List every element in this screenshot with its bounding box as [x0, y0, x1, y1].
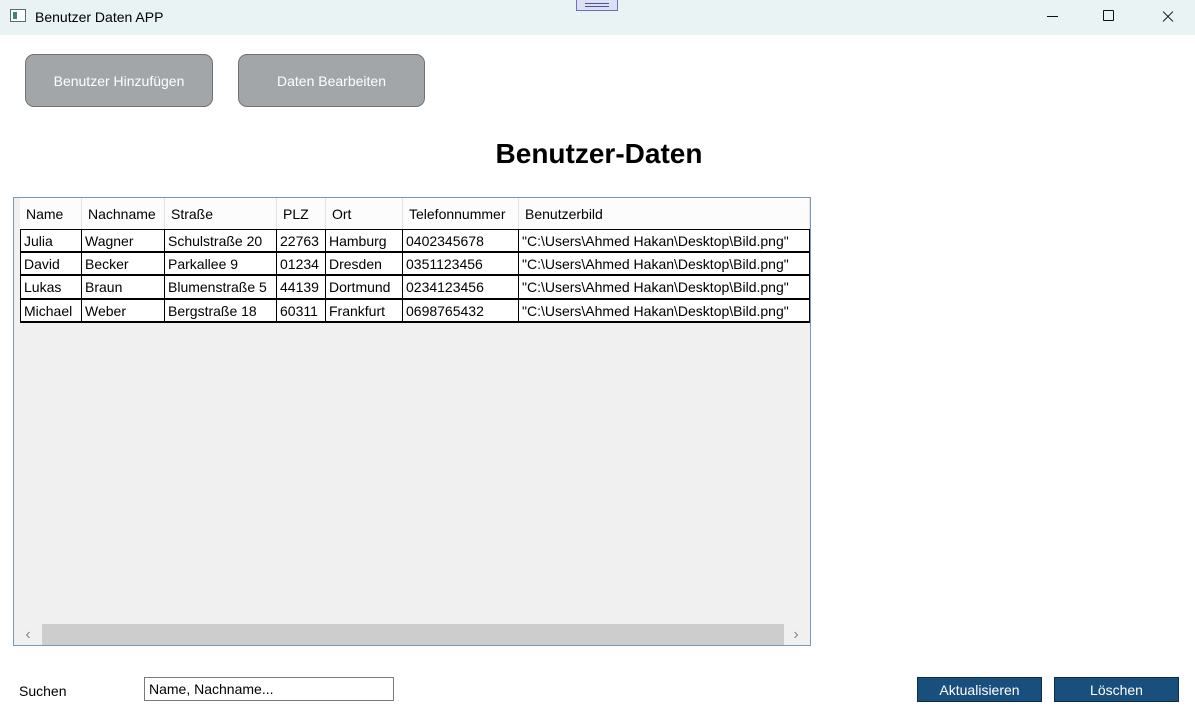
page-title: Benutzer-Daten — [495, 138, 703, 169]
close-icon[interactable] — [1138, 0, 1195, 33]
table-cell[interactable]: 22763 — [277, 229, 326, 253]
search-label: Suchen — [19, 683, 67, 699]
edit-data-button[interactable]: Daten Bearbeiten — [238, 54, 425, 107]
chevron-right-icon[interactable]: › — [782, 624, 810, 645]
maximize-icon[interactable] — [1080, 0, 1138, 33]
table-cell[interactable]: Weber — [82, 299, 165, 323]
table-cell[interactable]: 0351123456 — [403, 252, 519, 276]
user-data-grid[interactable]: Name Nachname Straße PLZ Ort Telefonnumm… — [13, 197, 811, 646]
scrollbar-thumb[interactable] — [42, 624, 784, 645]
table-row[interactable]: Julia Wagner Schulstraße 20 22763 Hambur… — [20, 229, 810, 253]
title-bar: Benutzer Daten APP — [0, 0, 1195, 35]
add-user-button[interactable]: Benutzer Hinzufügen — [25, 54, 213, 107]
search-input[interactable] — [144, 677, 394, 701]
table-cell[interactable]: Frankfurt — [326, 299, 403, 323]
table-cell[interactable]: Dortmund — [326, 276, 403, 300]
table-cell[interactable]: 0234123456 — [403, 276, 519, 300]
table-cell[interactable]: Julia — [20, 229, 82, 253]
table-row[interactable]: Michael Weber Bergstraße 18 60311 Frankf… — [20, 299, 810, 323]
table-cell[interactable]: 01234 — [277, 252, 326, 276]
window-title: Benutzer Daten APP — [35, 9, 164, 25]
column-header-nachname[interactable]: Nachname — [82, 198, 165, 229]
table-cell[interactable]: 0402345678 — [403, 229, 519, 253]
table-row[interactable]: David Becker Parkallee 9 01234 Dresden 0… — [20, 252, 810, 276]
table-cell[interactable]: Blumenstraße 5 — [165, 276, 277, 300]
delete-button[interactable]: Löschen — [1054, 677, 1179, 702]
snap-layout-handle[interactable] — [576, 0, 618, 11]
table-cell[interactable]: Becker — [82, 252, 165, 276]
grid-header: Name Nachname Straße PLZ Ort Telefonnumm… — [20, 198, 810, 229]
table-cell[interactable]: Michael — [20, 299, 82, 323]
column-header-strasse[interactable]: Straße — [165, 198, 277, 229]
table-cell[interactable]: Wagner — [82, 229, 165, 253]
horizontal-scrollbar[interactable]: ‹ › — [14, 624, 810, 645]
chevron-left-icon[interactable]: ‹ — [14, 624, 42, 645]
table-cell[interactable]: Bergstraße 18 — [165, 299, 277, 323]
table-cell[interactable]: Hamburg — [326, 229, 403, 253]
table-cell[interactable]: "C:\Users\Ahmed Hakan\Desktop\Bild.png" — [519, 229, 810, 253]
column-header-telefonnummer[interactable]: Telefonnummer — [403, 198, 519, 229]
table-cell[interactable]: Braun — [82, 276, 165, 300]
table-row[interactable]: Lukas Braun Blumenstraße 5 44139 Dortmun… — [20, 276, 810, 300]
table-cell[interactable]: Schulstraße 20 — [165, 229, 277, 253]
column-header-name[interactable]: Name — [20, 198, 82, 229]
table-cell[interactable]: "C:\Users\Ahmed Hakan\Desktop\Bild.png" — [519, 299, 810, 323]
column-header-ort[interactable]: Ort — [326, 198, 403, 229]
table-cell[interactable]: "C:\Users\Ahmed Hakan\Desktop\Bild.png" — [519, 276, 810, 300]
table-cell[interactable]: 44139 — [277, 276, 326, 300]
app-window-icon — [10, 9, 26, 22]
table-cell[interactable]: "C:\Users\Ahmed Hakan\Desktop\Bild.png" — [519, 252, 810, 276]
column-header-plz[interactable]: PLZ — [277, 198, 326, 229]
column-header-benutzerbild[interactable]: Benutzerbild — [519, 198, 810, 229]
table-cell[interactable]: Lukas — [20, 276, 82, 300]
table-cell[interactable]: Parkallee 9 — [165, 252, 277, 276]
table-cell[interactable]: David — [20, 252, 82, 276]
grid-body: Julia Wagner Schulstraße 20 22763 Hambur… — [20, 229, 810, 323]
table-cell[interactable]: 0698765432 — [403, 299, 519, 323]
minimize-icon[interactable] — [1023, 0, 1081, 33]
table-cell[interactable]: Dresden — [326, 252, 403, 276]
refresh-button[interactable]: Aktualisieren — [917, 677, 1042, 702]
table-cell[interactable]: 60311 — [277, 299, 326, 323]
